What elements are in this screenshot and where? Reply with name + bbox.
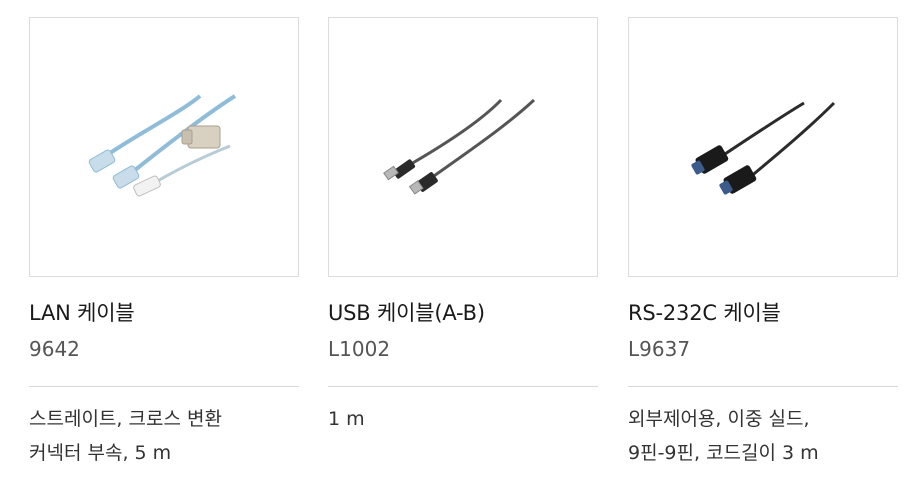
product-image-rs232c-cable[interactable] (628, 17, 898, 277)
rs232c-cable-icon (691, 101, 836, 195)
description-line: 1 m (328, 408, 365, 430)
divider (328, 386, 598, 387)
product-model-number: 9642 (29, 337, 80, 361)
product-image-usb-cable[interactable] (328, 17, 598, 277)
description-line: 스트레이트, 크로스 변환 (29, 408, 222, 430)
description-line: 외부제어용, 이중 실드, (628, 408, 810, 430)
product-card-usb-cable[interactable]: USB 케이블(A-B) L1002 1 m (328, 17, 598, 430)
product-title[interactable]: USB 케이블(A-B) (328, 298, 485, 328)
description-line: 9핀-9핀, 코드길이 3 m (628, 442, 819, 464)
divider (29, 386, 299, 387)
usb-cable-icon (383, 98, 536, 195)
product-description: 외부제어용, 이중 실드, 9핀-9핀, 코드길이 3 m (628, 402, 898, 470)
description-line: 커넥터 부속, 5 m (29, 442, 172, 464)
product-description: 스트레이트, 크로스 변환 커넥터 부속, 5 m (29, 402, 299, 470)
divider (628, 386, 898, 387)
product-image-lan-cable[interactable] (29, 17, 299, 277)
product-description: 1 m (328, 402, 598, 436)
product-title[interactable]: RS-232C 케이블 (628, 298, 781, 328)
product-card-rs232c-cable[interactable]: RS-232C 케이블 L9637 외부제어용, 이중 실드, 9핀-9핀, 코… (628, 17, 898, 464)
product-grid: LAN 케이블 9642 스트레이트, 크로스 변환 커넥터 부속, 5 m U… (29, 17, 899, 487)
product-title[interactable]: LAN 케이블 (29, 298, 135, 328)
lan-cable-icon (88, 94, 237, 197)
product-model-number: L1002 (328, 337, 391, 361)
product-model-number: L9637 (628, 337, 691, 361)
product-card-lan-cable[interactable]: LAN 케이블 9642 스트레이트, 크로스 변환 커넥터 부속, 5 m (29, 17, 299, 464)
